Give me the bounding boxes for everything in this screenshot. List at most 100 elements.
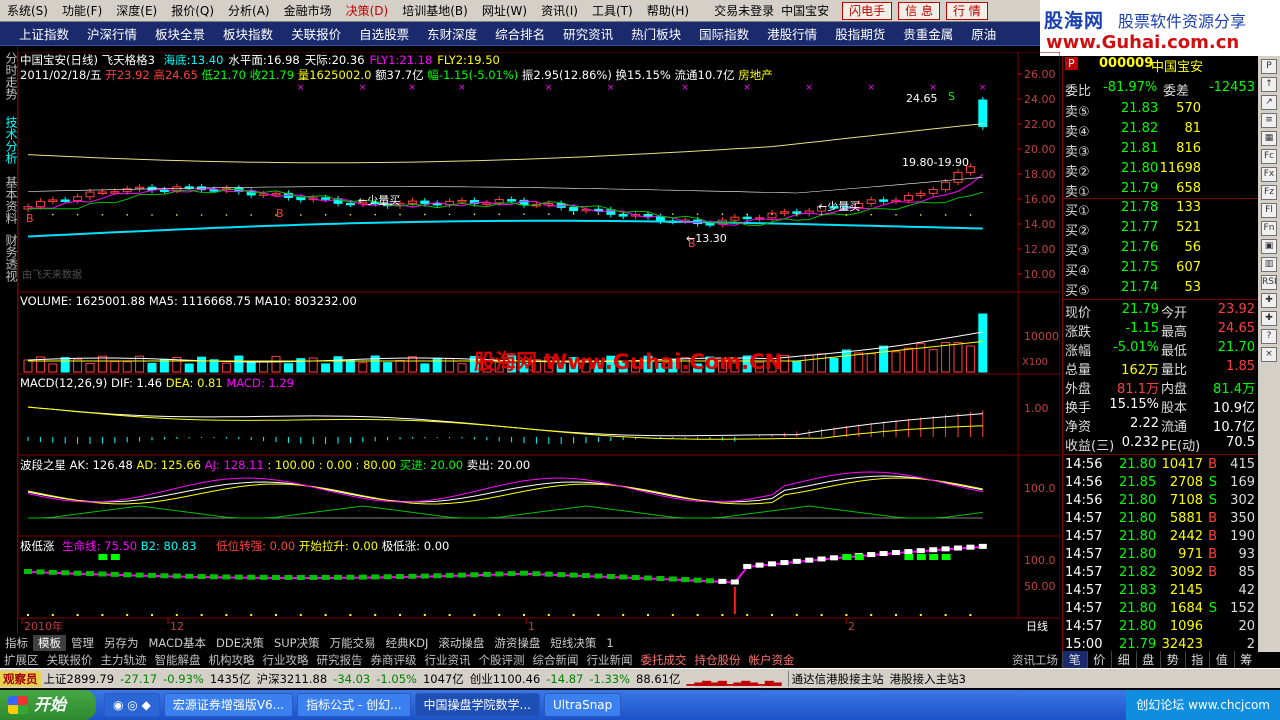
- func-item[interactable]: 个股评测: [475, 652, 529, 668]
- nav-item-8[interactable]: 研究资讯: [554, 24, 622, 43]
- menu-quote[interactable]: 报价(Q): [164, 2, 221, 19]
- tool-icon[interactable]: Fz: [1261, 185, 1277, 200]
- quote-tab[interactable]: 值: [1209, 651, 1234, 668]
- menu-training[interactable]: 培训基地(B): [395, 2, 475, 19]
- quote-tab[interactable]: 笔: [1062, 651, 1087, 668]
- tool-icon[interactable]: Fn: [1261, 221, 1277, 236]
- func-item[interactable]: 行业新闻: [583, 652, 637, 668]
- cy-index[interactable]: 创业1100.46: [467, 671, 544, 687]
- nav-item-9[interactable]: 热门板块: [622, 24, 690, 43]
- market-button[interactable]: 行 情: [945, 1, 988, 20]
- tool-icon[interactable]: ✚: [1261, 293, 1277, 308]
- nav-item-1[interactable]: 沪深行情: [78, 24, 146, 43]
- func-item[interactable]: 行业攻略: [259, 652, 313, 668]
- hs-index[interactable]: 沪深3211.88: [254, 671, 331, 687]
- quote-tab[interactable]: 盘: [1135, 651, 1161, 668]
- task-academy[interactable]: 中国操盘学院数学...: [414, 693, 540, 717]
- menu-function[interactable]: 功能(F): [55, 2, 109, 19]
- template-tab[interactable]: MACD基本: [144, 635, 211, 651]
- func-item[interactable]: 研究报告: [313, 652, 367, 668]
- quote-tab[interactable]: 细: [1111, 651, 1136, 668]
- menu-system[interactable]: 系统(S): [0, 2, 55, 19]
- template-tab[interactable]: 万能交易: [325, 635, 381, 651]
- template-tab[interactable]: 模板: [33, 634, 66, 651]
- info-workshop[interactable]: 资讯工场: [1008, 652, 1062, 668]
- hk-link-2[interactable]: 港股接入主站3: [887, 671, 969, 687]
- template-tab[interactable]: 指标: [0, 635, 33, 651]
- template-tab[interactable]: 经典KDJ: [381, 635, 434, 651]
- tool-icon[interactable]: ▥: [1261, 257, 1277, 272]
- tool-icon[interactable]: Fx: [1261, 167, 1277, 182]
- nav-item-11[interactable]: 港股行情: [758, 24, 826, 43]
- template-tab[interactable]: 1: [601, 636, 618, 650]
- tool-icon[interactable]: ▦: [1261, 131, 1277, 146]
- menu-depth[interactable]: 深度(E): [109, 2, 164, 19]
- template-tab[interactable]: SUP决策: [269, 635, 325, 651]
- tool-icon[interactable]: ≡: [1261, 113, 1277, 128]
- template-tab[interactable]: 滚动操盘: [433, 635, 489, 651]
- observer-badge[interactable]: 观察员: [0, 670, 41, 687]
- left-tab-0[interactable]: 分时走势: [1, 52, 18, 100]
- nav-item-6[interactable]: 东财深度: [418, 24, 486, 43]
- func-item[interactable]: 综合新闻: [529, 652, 583, 668]
- menu-web[interactable]: 网址(W): [475, 2, 534, 19]
- tool-icon[interactable]: ×: [1261, 347, 1277, 362]
- left-tab-2[interactable]: 基本资料: [1, 176, 18, 224]
- nav-item-0[interactable]: 上证指数: [10, 24, 78, 43]
- func-item[interactable]: 关联报价: [43, 652, 97, 668]
- quicklaunch-icons[interactable]: ◉ ◎ ◆: [104, 693, 160, 717]
- nav-item-10[interactable]: 国际指数: [690, 24, 758, 43]
- menu-decision[interactable]: 决策(D): [339, 2, 396, 19]
- template-tab[interactable]: DDE决策: [211, 635, 269, 651]
- quote-tab[interactable]: 价: [1086, 651, 1112, 668]
- func-item[interactable]: 智能解盘: [151, 652, 205, 668]
- tool-icon[interactable]: ?: [1261, 329, 1277, 344]
- nav-item-13[interactable]: 贵重金属: [894, 24, 962, 43]
- task-ultrasnap[interactable]: UltraSnap: [543, 693, 622, 717]
- tool-icon[interactable]: ✚: [1261, 311, 1277, 326]
- tool-icon[interactable]: P: [1261, 59, 1277, 74]
- info-button[interactable]: 信 息: [898, 1, 940, 20]
- template-tab[interactable]: 另存为: [99, 635, 144, 651]
- func-item[interactable]: 主力轨迹: [97, 652, 151, 668]
- template-tab[interactable]: 管理: [66, 635, 99, 651]
- quote-tab[interactable]: 筹: [1233, 651, 1259, 668]
- func-item[interactable]: 券商评级: [367, 652, 421, 668]
- nav-item-2[interactable]: 板块全景: [146, 24, 214, 43]
- tool-icon[interactable]: RSI: [1261, 275, 1277, 290]
- menu-help[interactable]: 帮助(H): [640, 2, 696, 19]
- nav-item-5[interactable]: 自选股票: [350, 24, 418, 43]
- menu-info[interactable]: 资讯(I): [534, 2, 585, 19]
- menu-analysis[interactable]: 分析(A): [221, 2, 277, 19]
- tool-icon[interactable]: Fc: [1261, 149, 1277, 164]
- func-item[interactable]: 机构攻略: [205, 652, 259, 668]
- func-item[interactable]: 持仓股份: [691, 652, 745, 668]
- quote-tab[interactable]: 指: [1184, 651, 1210, 668]
- template-tab[interactable]: 短线决策: [545, 635, 601, 651]
- menu-tools[interactable]: 工具(T): [585, 2, 640, 19]
- func-item[interactable]: 行业资讯: [421, 652, 475, 668]
- template-tab[interactable]: 游资操盘: [489, 635, 545, 651]
- task-hongyuan[interactable]: 宏源证券增强版V6...: [163, 693, 294, 717]
- menu-finance[interactable]: 金融市场: [277, 2, 339, 19]
- left-tab-3[interactable]: 财务透视: [1, 234, 18, 282]
- tool-icon[interactable]: Fl: [1261, 203, 1277, 218]
- nav-item-14[interactable]: 原油: [962, 24, 1005, 43]
- hk-link-1[interactable]: 通达信港股接主站: [787, 670, 887, 687]
- nav-item-12[interactable]: 股指期货: [826, 24, 894, 43]
- func-item[interactable]: 扩展区: [0, 652, 43, 668]
- flash-trade-button[interactable]: 闪电手: [842, 1, 893, 20]
- left-tab-1[interactable]: 技术分析: [1, 116, 18, 164]
- quote-tab[interactable]: 势: [1160, 651, 1185, 668]
- nav-item-4[interactable]: 关联报价: [282, 24, 350, 43]
- nav-item-7[interactable]: 综合排名: [486, 24, 554, 43]
- nav-item-3[interactable]: 板块指数: [214, 24, 282, 43]
- start-button[interactable]: 开始: [0, 690, 96, 720]
- tool-icon[interactable]: ↑: [1261, 77, 1277, 92]
- tool-icon[interactable]: ▣: [1261, 239, 1277, 254]
- sh-index[interactable]: 上证2899.79: [41, 671, 118, 687]
- func-item[interactable]: 委托成交: [637, 652, 691, 668]
- func-item[interactable]: 帐户资金: [745, 652, 799, 668]
- tool-icon[interactable]: ↗: [1261, 95, 1277, 110]
- kline-chart-area[interactable]: 26.00 24.00 22.00 20.00 18.00 16.00 14.00 12.00…: [17, 51, 1061, 636]
